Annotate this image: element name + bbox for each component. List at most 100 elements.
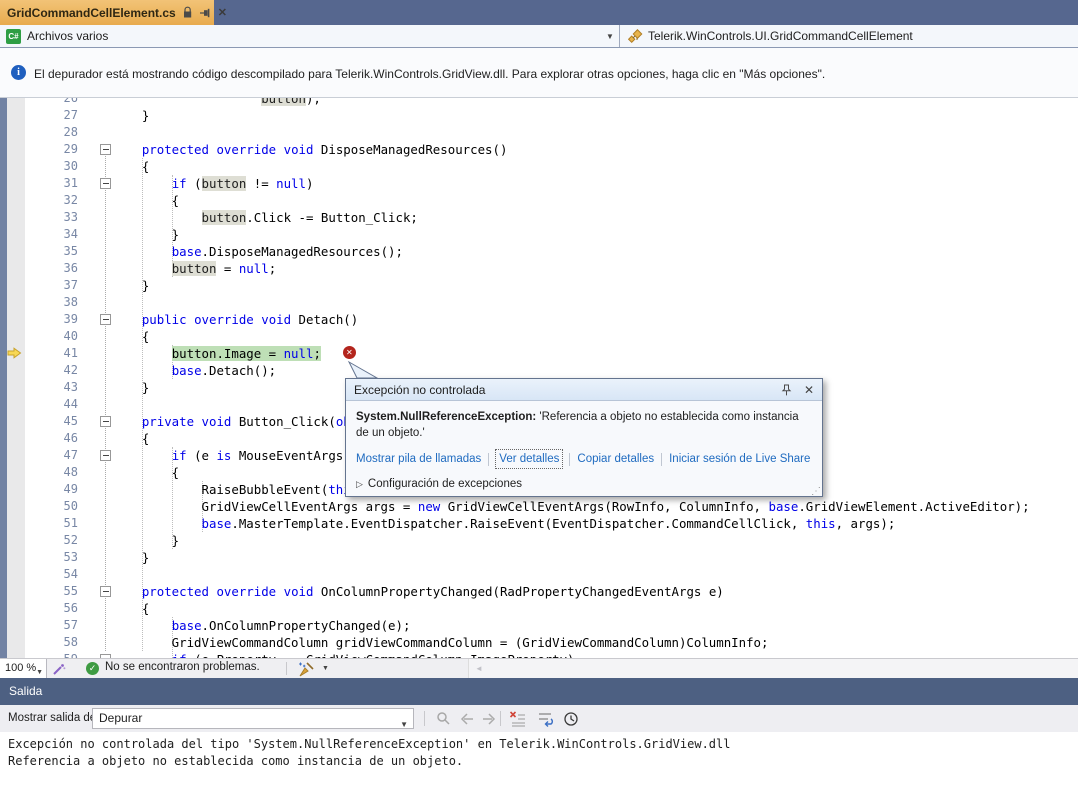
output-panel-title[interactable]: Salida [0, 678, 1078, 705]
code-line-58[interactable]: 58 GridViewCommandColumn gridViewCommand… [0, 634, 1078, 651]
fold-margin [78, 617, 112, 634]
output-text-area[interactable]: Excepción no controlada del tipo 'System… [0, 732, 1078, 788]
line-number: 56 [0, 600, 78, 617]
exception-error-icon[interactable]: ✕ [343, 346, 356, 359]
code-line-33[interactable]: 33 button.Click -= Button_Click; [0, 209, 1078, 226]
close-icon[interactable]: ✕ [218, 6, 227, 19]
document-health-icon[interactable] [52, 662, 66, 679]
code-text: { [112, 600, 149, 617]
code-text: } [112, 107, 149, 124]
no-problems-check-icon: ✓ [86, 662, 99, 675]
project-dropdown[interactable]: Archivos varios [27, 29, 108, 43]
code-line-37[interactable]: 37 } [0, 277, 1078, 294]
line-number: 32 [0, 192, 78, 209]
line-number: 34 [0, 226, 78, 243]
code-line-56[interactable]: 56 { [0, 600, 1078, 617]
fold-margin [78, 532, 112, 549]
chevron-down-icon[interactable]: ▼ [606, 32, 614, 41]
find-message-icon[interactable] [434, 710, 452, 728]
code-line-30[interactable]: 30 { [0, 158, 1078, 175]
code-line-34[interactable]: 34 } [0, 226, 1078, 243]
scroll-left-icon[interactable]: ◄ [475, 664, 483, 673]
code-line-39[interactable]: 39 public override void Detach() [0, 311, 1078, 328]
line-number: 44 [0, 396, 78, 413]
fold-collapse-box[interactable] [78, 447, 112, 464]
pin-icon[interactable] [199, 7, 211, 19]
resize-grip[interactable]: ⋰ [811, 486, 821, 497]
word-wrap-icon[interactable] [536, 710, 554, 728]
line-number: 58 [0, 634, 78, 651]
copy-details-link[interactable]: Copiar detalles [577, 451, 654, 467]
fold-margin [78, 243, 112, 260]
line-number: 53 [0, 549, 78, 566]
code-text: button.Image = null;✕ [112, 345, 356, 362]
fold-margin [78, 566, 112, 583]
fold-margin [78, 345, 112, 362]
fold-collapse-box[interactable] [78, 413, 112, 430]
code-text: GridViewCommandColumn gridViewCommandCol… [112, 634, 768, 651]
code-line-42[interactable]: 42 base.Detach(); [0, 362, 1078, 379]
fold-collapse-box[interactable] [78, 311, 112, 328]
code-line-59[interactable]: 59 if (e.Property == GridViewCommandColu… [0, 651, 1078, 658]
fold-collapse-box[interactable] [78, 651, 112, 658]
code-line-51[interactable]: 51 base.MasterTemplate.EventDispatcher.R… [0, 515, 1078, 532]
live-share-link[interactable]: Iniciar sesión de Live Share [669, 451, 810, 467]
timestamp-clock-icon[interactable] [562, 710, 580, 728]
type-dropdown[interactable]: Telerik.WinControls.UI.GridCommandCellEl… [648, 29, 913, 43]
line-number: 50 [0, 498, 78, 515]
code-line-36[interactable]: 36 button = null; [0, 260, 1078, 277]
code-line-26[interactable]: 26 button); [0, 98, 1078, 107]
code-line-31[interactable]: 31 if (button != null) [0, 175, 1078, 192]
popup-title: Excepción no controlada [354, 383, 781, 397]
exception-settings-expander[interactable]: ▷ Configuración de excepciones [356, 476, 812, 492]
code-line-41[interactable]: 41 button.Image = null;✕ [0, 345, 1078, 362]
chevron-down-icon[interactable]: ▼ [322, 665, 329, 672]
show-output-label: Mostrar salida de: [8, 712, 99, 724]
popup-title-bar[interactable]: Excepción no controlada ✕ [346, 379, 822, 401]
fold-collapse-box[interactable] [78, 175, 112, 192]
output-source-dropdown[interactable]: Depurar ▼ [92, 708, 414, 729]
expander-triangle-icon: ▷ [356, 476, 363, 492]
close-icon[interactable]: ✕ [804, 383, 814, 397]
code-line-50[interactable]: 50 GridViewCellEventArgs args = new Grid… [0, 498, 1078, 515]
line-number: 47 [0, 447, 78, 464]
code-line-29[interactable]: 29 protected override void DisposeManage… [0, 141, 1078, 158]
exception-helper-popup: Excepción no controlada ✕ System.NullRef… [345, 378, 823, 497]
next-message-icon[interactable] [480, 710, 498, 728]
separator [424, 711, 425, 726]
fold-margin [78, 98, 112, 107]
separator [286, 662, 287, 675]
show-call-stack-link[interactable]: Mostrar pila de llamadas [356, 451, 481, 467]
output-toolbar: Mostrar salida de: Depurar ▼ [0, 705, 1078, 732]
pin-icon[interactable] [781, 384, 792, 396]
code-line-35[interactable]: 35 base.DisposeManagedResources(); [0, 243, 1078, 260]
zoom-level-dropdown[interactable]: 100 % ▼ [0, 659, 47, 678]
code-line-57[interactable]: 57 base.OnColumnPropertyChanged(e); [0, 617, 1078, 634]
tab-gridcommandcellelement[interactable]: GridCommandCellElement.cs ✕ [0, 0, 214, 25]
line-number: 35 [0, 243, 78, 260]
horizontal-scrollbar[interactable]: ◄ [468, 659, 1078, 678]
code-line-53[interactable]: 53 } [0, 549, 1078, 566]
code-line-40[interactable]: 40 { [0, 328, 1078, 345]
code-line-52[interactable]: 52 } [0, 532, 1078, 549]
editor-bottom-bar: 100 % ▼ ✓ No se encontraron problemas. ▼… [0, 658, 1078, 678]
line-number: 28 [0, 124, 78, 141]
code-line-27[interactable]: 27 } [0, 107, 1078, 124]
csharp-file-icon: C# [6, 29, 21, 44]
code-text: if (button != null) [112, 175, 313, 192]
view-details-link[interactable]: Ver detalles [496, 450, 562, 468]
line-number: 52 [0, 532, 78, 549]
fold-collapse-box[interactable] [78, 583, 112, 600]
fold-collapse-box[interactable] [78, 141, 112, 158]
code-text: button); [112, 98, 321, 107]
previous-message-icon[interactable] [458, 710, 476, 728]
fold-margin [78, 481, 112, 498]
code-line-38[interactable]: 38 [0, 294, 1078, 311]
fold-margin [78, 260, 112, 277]
code-line-54[interactable]: 54 [0, 566, 1078, 583]
code-line-32[interactable]: 32 { [0, 192, 1078, 209]
code-line-55[interactable]: 55 protected override void OnColumnPrope… [0, 583, 1078, 600]
code-line-28[interactable]: 28 [0, 124, 1078, 141]
fold-margin [78, 634, 112, 651]
clear-all-icon[interactable] [508, 710, 526, 728]
